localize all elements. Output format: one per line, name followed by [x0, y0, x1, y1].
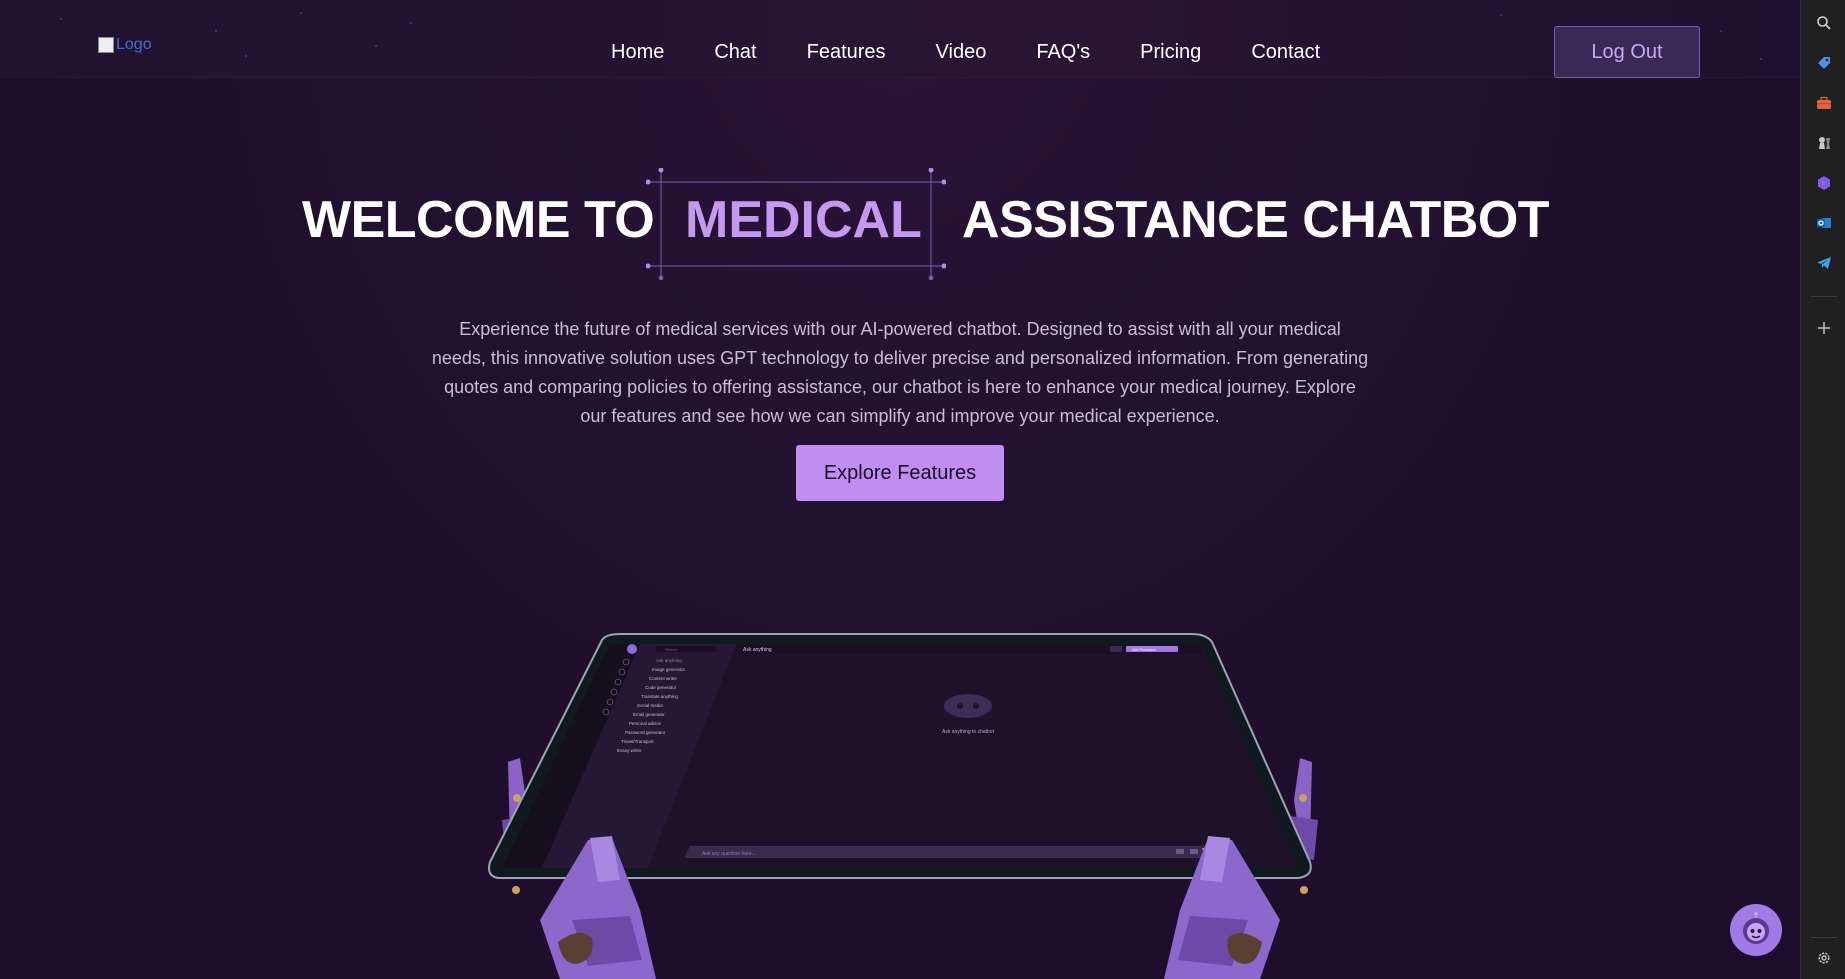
settings-icon[interactable]: [1814, 948, 1834, 968]
nav-faqs[interactable]: FAQ's: [1036, 41, 1090, 64]
tablet-empty-state: Ask anything to chatbot: [942, 729, 995, 735]
hero-title-part2: ASSISTANCE CHATBOT: [962, 191, 1550, 249]
tablet-bot-icon: [944, 694, 992, 718]
tablet-menu-item: Travel/Transport: [621, 739, 654, 744]
chatbot-icon: [1743, 911, 1769, 944]
tablet-menu-item: Translate anything: [641, 694, 678, 699]
outlook-icon[interactable]: [1814, 213, 1834, 233]
tablet-menu-item: Code generator: [645, 685, 677, 690]
tablet-illustration: Search Ask anything Get Premium Ask anyt…: [488, 633, 1318, 979]
search-icon[interactable]: [1814, 13, 1834, 33]
broken-image-icon: [98, 37, 114, 53]
landing-page: Logo Home Chat Features Video FAQ's Pric…: [0, 0, 1800, 979]
sidebar-divider: [1811, 937, 1837, 938]
nav-contact[interactable]: Contact: [1251, 41, 1320, 64]
add-icon[interactable]: [1814, 318, 1834, 338]
tablet-menu-item: Email generator: [633, 712, 665, 717]
star-background: [0, 0, 1800, 77]
nav-features[interactable]: Features: [807, 41, 886, 64]
copilot-icon[interactable]: [1814, 173, 1834, 193]
main-nav: Home Chat Features Video FAQ's Pricing C…: [611, 41, 1370, 64]
nav-pricing[interactable]: Pricing: [1140, 41, 1201, 64]
telegram-icon[interactable]: [1814, 253, 1834, 273]
chatbot-launcher-button[interactable]: [1730, 904, 1782, 956]
sidebar-divider: [1811, 296, 1837, 297]
tablet-menu-item: Password generator: [625, 730, 666, 735]
hero-title: WELCOME TO MEDICAL ASSISTANCE CHATBOT: [0, 190, 1800, 260]
tag-icon[interactable]: [1814, 53, 1834, 73]
tablet-menu-item: Personal advice: [629, 721, 662, 726]
tablet-menu-item: Social media: [637, 703, 663, 708]
hero-title-part1: WELCOME TO: [302, 191, 655, 249]
chess-icon[interactable]: [1814, 133, 1834, 153]
hero-title-highlight: MEDICAL: [685, 191, 922, 249]
nav-chat[interactable]: Chat: [714, 41, 756, 64]
navbar: Logo Home Chat Features Video FAQ's Pric…: [0, 0, 1800, 78]
logo[interactable]: Logo: [98, 36, 152, 54]
nav-home[interactable]: Home: [611, 41, 664, 64]
tablet-search: Search: [665, 647, 678, 652]
tablet-menu-item: Image generator: [652, 667, 686, 672]
tablet-menu-item: Ask anything: [656, 658, 682, 663]
tablet-menu-item: Essay writer: [617, 748, 642, 753]
hero-description: Experience the future of medical service…: [431, 319, 1369, 426]
tablet-upgrade: Get Premium: [1132, 647, 1156, 652]
logo-alt-text: Logo: [116, 36, 152, 53]
nav-video[interactable]: Video: [936, 41, 987, 64]
tablet-menu-item: Content writer: [649, 676, 678, 681]
tablet-input: Ask any question here...: [702, 851, 756, 857]
browser-sidebar: [1800, 0, 1845, 979]
explore-features-button[interactable]: Explore Features: [796, 445, 1004, 501]
briefcase-icon[interactable]: [1814, 93, 1834, 113]
logout-button[interactable]: Log Out: [1554, 26, 1700, 78]
tablet-header-title: Ask anything: [743, 647, 772, 653]
